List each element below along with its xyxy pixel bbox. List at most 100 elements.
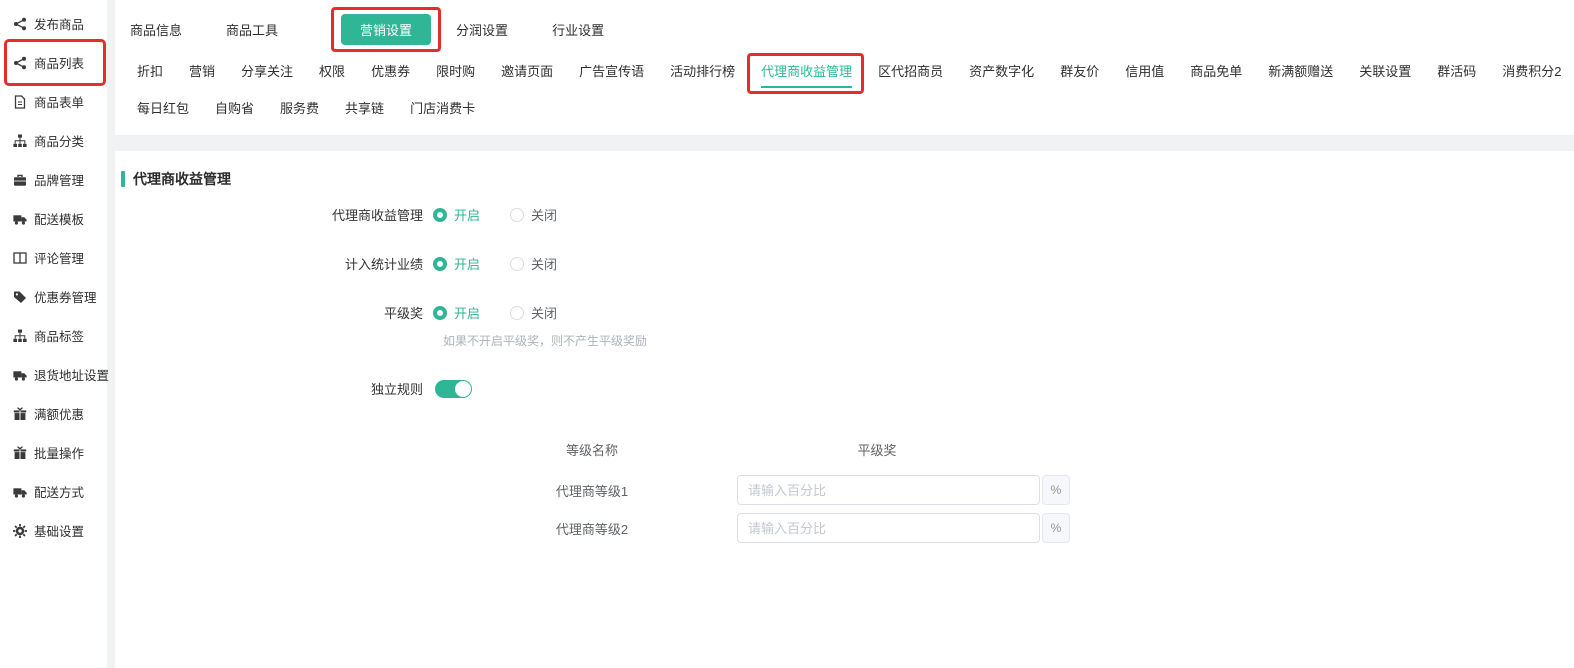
tab2-invite-page[interactable]: 邀请页面 bbox=[501, 61, 553, 88]
sidebar-item-product-tags[interactable]: 商品标签 bbox=[0, 316, 107, 355]
percent-input[interactable] bbox=[737, 513, 1040, 543]
sidebar-item-label: 基础设置 bbox=[34, 521, 84, 540]
sidebar-item-return-address[interactable]: 退货地址设置 bbox=[0, 355, 107, 394]
truck-icon bbox=[13, 368, 27, 382]
content-panel: 代理商收益管理 代理商收益管理 开启 关闭 计入统计业绩 bbox=[115, 151, 1574, 668]
sidebar: 发布商品 商品列表 商品表单 商品分类 品牌管理 配送模板 评论管理 优惠券管 bbox=[0, 0, 107, 668]
sidebar-item-product-category[interactable]: 商品分类 bbox=[0, 121, 107, 160]
radio-on[interactable]: 开启 bbox=[433, 303, 480, 322]
sidebar-item-label: 评论管理 bbox=[34, 248, 84, 267]
tab2-district-agent-recruit[interactable]: 区代招商员 bbox=[878, 61, 943, 88]
radio-label: 开启 bbox=[454, 205, 480, 224]
independent-rule-toggle[interactable] bbox=[435, 380, 472, 398]
same-level-award-radio-group: 开启 关闭 bbox=[433, 303, 587, 322]
sidebar-item-label: 优惠券管理 bbox=[34, 287, 97, 306]
tab2-credit-value[interactable]: 信用值 bbox=[1125, 61, 1164, 88]
radio-dot-icon bbox=[510, 306, 524, 320]
file-icon bbox=[13, 95, 27, 109]
sidebar-item-product-list[interactable]: 商品列表 bbox=[0, 43, 107, 82]
sidebar-item-label: 商品列表 bbox=[34, 53, 84, 72]
radio-label: 开启 bbox=[454, 254, 480, 273]
sidebar-item-delivery-template[interactable]: 配送模板 bbox=[0, 199, 107, 238]
truck-icon bbox=[13, 212, 27, 226]
sidebar-item-coupon-management[interactable]: 优惠券管理 bbox=[0, 277, 107, 316]
radio-on[interactable]: 开启 bbox=[433, 205, 480, 224]
tab2-activity-ranking[interactable]: 活动排行榜 bbox=[670, 61, 735, 88]
radio-off[interactable]: 关闭 bbox=[510, 303, 557, 322]
tab2-flash-sale[interactable]: 限时购 bbox=[436, 61, 475, 88]
sidebar-item-brand-management[interactable]: 品牌管理 bbox=[0, 160, 107, 199]
tags-icon bbox=[13, 290, 27, 304]
form-label: 代理商收益管理 bbox=[121, 205, 433, 224]
sidebar-item-publish-product[interactable]: 发布商品 bbox=[0, 4, 107, 43]
tab-product-tools[interactable]: 商品工具 bbox=[226, 14, 278, 45]
form-row-independent-rule: 独立规则 bbox=[121, 379, 1574, 398]
percent-input-group: % bbox=[737, 513, 1077, 543]
sidebar-item-label: 满额优惠 bbox=[34, 404, 84, 423]
tab3-store-consume-card[interactable]: 门店消费卡 bbox=[410, 98, 475, 125]
percent-input-group: % bbox=[737, 475, 1077, 505]
form-row-same-level-award: 平级奖 开启 关闭 bbox=[121, 303, 1574, 322]
level-name: 代理商等级2 bbox=[447, 519, 737, 538]
tab3-share-chain[interactable]: 共享链 bbox=[345, 98, 384, 125]
sidebar-item-label: 配送模板 bbox=[34, 209, 84, 228]
sidebar-item-product-form[interactable]: 商品表单 bbox=[0, 82, 107, 121]
sidebar-item-label: 商品表单 bbox=[34, 92, 84, 111]
sidebar-item-basic-settings[interactable]: 基础设置 bbox=[0, 511, 107, 550]
sidebar-item-batch-operation[interactable]: 批量操作 bbox=[0, 433, 107, 472]
tab2-ad-slogan[interactable]: 广告宣传语 bbox=[579, 61, 644, 88]
tab2-group-friend-price[interactable]: 群友价 bbox=[1060, 61, 1099, 88]
agent-revenue-radio-group: 开启 关闭 bbox=[433, 205, 587, 224]
tab-industry-settings[interactable]: 行业设置 bbox=[552, 14, 604, 45]
tab2-permission[interactable]: 权限 bbox=[319, 61, 345, 88]
form-row-count-performance: 计入统计业绩 开启 关闭 bbox=[121, 254, 1574, 273]
percent-suffix: % bbox=[1042, 475, 1070, 505]
sidebar-item-full-discount[interactable]: 满额优惠 bbox=[0, 394, 107, 433]
sitemap-icon bbox=[13, 134, 27, 148]
section-title: 代理商收益管理 bbox=[133, 169, 231, 189]
tab2-agent-revenue-management[interactable]: 代理商收益管理 bbox=[761, 61, 852, 88]
radio-dot-icon bbox=[510, 257, 524, 271]
radio-on[interactable]: 开启 bbox=[433, 254, 480, 273]
tab2-share-follow[interactable]: 分享关注 bbox=[241, 61, 293, 88]
sidebar-item-label: 配送方式 bbox=[34, 482, 84, 501]
main-area: 商品信息 商品工具 营销设置 分润设置 行业设置 折扣 营销 分享关注 权限 优… bbox=[115, 0, 1574, 668]
tab3-self-purchase-save[interactable]: 自购省 bbox=[215, 98, 254, 125]
tab2-group-qr-code[interactable]: 群活码 bbox=[1437, 61, 1476, 88]
radio-label: 开启 bbox=[454, 303, 480, 322]
columns-icon bbox=[13, 251, 27, 265]
gift-icon bbox=[13, 407, 27, 421]
tab2-consume-points2[interactable]: 消费积分2 bbox=[1502, 61, 1561, 88]
tab3-daily-red-packet[interactable]: 每日红包 bbox=[137, 98, 189, 125]
radio-off[interactable]: 关闭 bbox=[510, 205, 557, 224]
gift-icon bbox=[13, 446, 27, 460]
radio-dot-icon bbox=[433, 306, 447, 320]
section-accent-bar bbox=[121, 171, 125, 187]
sidebar-item-label: 退货地址设置 bbox=[34, 365, 109, 384]
radio-label: 关闭 bbox=[531, 303, 557, 322]
table-header-same-level-award: 平级奖 bbox=[737, 440, 1017, 459]
primary-tabs: 商品信息 商品工具 营销设置 分润设置 行业设置 bbox=[130, 14, 1574, 45]
sidebar-item-delivery-method[interactable]: 配送方式 bbox=[0, 472, 107, 511]
tab2-coupon[interactable]: 优惠券 bbox=[371, 61, 410, 88]
form-row-agent-revenue: 代理商收益管理 开启 关闭 bbox=[121, 205, 1574, 224]
tab3-service-fee[interactable]: 服务费 bbox=[280, 98, 319, 125]
sidebar-item-comment-management[interactable]: 评论管理 bbox=[0, 238, 107, 277]
tab-product-info[interactable]: 商品信息 bbox=[130, 14, 182, 45]
sidebar-item-label: 品牌管理 bbox=[34, 170, 84, 189]
briefcase-icon bbox=[13, 173, 27, 187]
tab-profit-settings[interactable]: 分润设置 bbox=[456, 14, 508, 45]
tab2-discount[interactable]: 折扣 bbox=[137, 61, 163, 88]
radio-off[interactable]: 关闭 bbox=[510, 254, 557, 273]
section-header: 代理商收益管理 bbox=[121, 169, 1574, 189]
tab2-product-free-order[interactable]: 商品免单 bbox=[1190, 61, 1242, 88]
radio-dot-icon bbox=[510, 208, 524, 222]
tab2-marketing[interactable]: 营销 bbox=[189, 61, 215, 88]
tab2-asset-digitization[interactable]: 资产数字化 bbox=[969, 61, 1034, 88]
percent-input[interactable] bbox=[737, 475, 1040, 505]
tab-marketing-settings[interactable]: 营销设置 bbox=[341, 14, 431, 45]
tab2-new-full-amount-gift[interactable]: 新满额赠送 bbox=[1268, 61, 1333, 88]
level-name: 代理商等级1 bbox=[447, 481, 737, 500]
tab2-related-settings[interactable]: 关联设置 bbox=[1359, 61, 1411, 88]
radio-label: 关闭 bbox=[531, 205, 557, 224]
